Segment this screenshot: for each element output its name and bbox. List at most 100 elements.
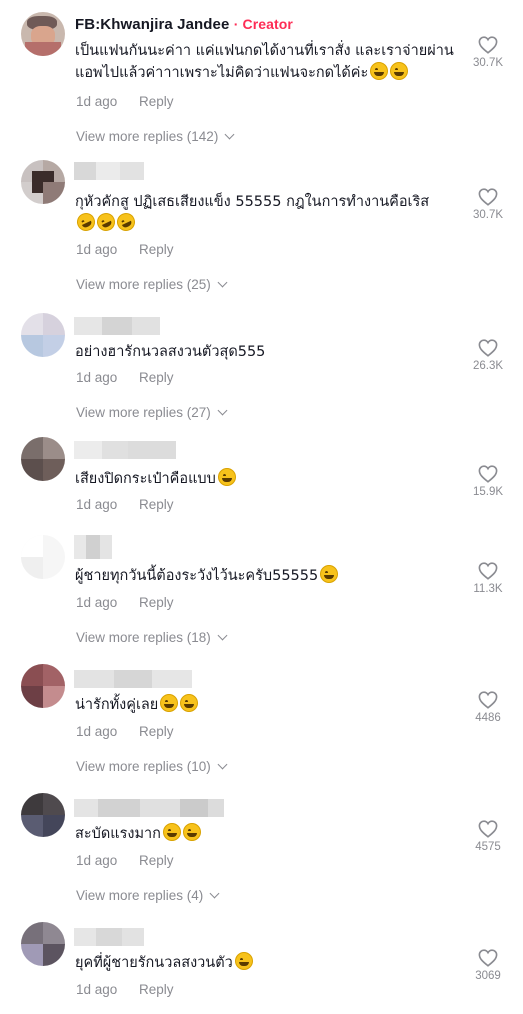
like-button[interactable]: 30.7K xyxy=(468,36,508,69)
comment-username-blurred[interactable] xyxy=(74,670,192,688)
grinning-emoji xyxy=(160,694,179,712)
view-more-replies-button[interactable]: View more replies (10) xyxy=(76,759,228,774)
comment-date: 1d ago xyxy=(76,94,118,109)
avatar[interactable] xyxy=(21,535,65,579)
laughing-emoji xyxy=(182,823,201,841)
grinning-sweat-emoji xyxy=(390,62,409,80)
like-count: 11.3K xyxy=(473,583,503,595)
view-more-replies-button[interactable]: View more replies (25) xyxy=(76,277,228,292)
comment-meta: 1d ago Reply xyxy=(76,497,174,512)
comment-item: เสียงปิดกระเป๋าคือแบบ 1d ago Reply 15.9K xyxy=(0,437,523,522)
comment-meta: 1d ago Reply xyxy=(76,94,174,109)
rofl-emoji xyxy=(94,210,118,234)
heart-outline-icon xyxy=(478,36,498,54)
comment-text: อย่างฮารักนวลสงวนตัวสุด555 xyxy=(75,344,266,360)
laughing-emoji xyxy=(162,823,181,841)
view-more-replies-button[interactable]: View more replies (142) xyxy=(76,129,235,144)
like-count: 15.9K xyxy=(472,486,504,498)
comment-item: อย่างฮารักนวลสงวนตัวสุด555 1d ago Reply V… xyxy=(0,313,523,423)
like-button[interactable]: 4575 xyxy=(468,820,508,853)
view-more-replies-button[interactable]: View more replies (27) xyxy=(76,405,228,420)
like-count: 3069 xyxy=(475,970,501,982)
avatar[interactable] xyxy=(21,793,65,837)
comment-username-blurred[interactable] xyxy=(74,317,160,335)
like-count: 4486 xyxy=(475,712,501,724)
like-button[interactable]: 30.7K xyxy=(468,188,508,221)
heart-outline-icon xyxy=(478,465,498,483)
comment-username-blurred[interactable] xyxy=(74,799,224,817)
comment-date: 1d ago xyxy=(76,853,118,868)
username-text[interactable]: FB:Khwanjira Jandee xyxy=(75,16,229,33)
chevron-down-icon xyxy=(224,129,235,140)
avatar[interactable] xyxy=(21,12,65,56)
comment-item: ยุคที่ผู้ชายรักนวลสงวนตัว 1d ago Reply 30… xyxy=(0,922,523,1007)
avatar[interactable] xyxy=(21,664,65,708)
comment-meta: 1d ago Reply xyxy=(76,724,174,739)
laughing-emoji xyxy=(234,952,253,970)
heart-outline-icon xyxy=(478,188,498,206)
like-button[interactable]: 26.3K xyxy=(468,339,508,372)
reply-button[interactable]: Reply xyxy=(139,370,174,385)
comment-item: น่ารักทั้งคู่เลย 1d ago Reply View more r… xyxy=(0,664,523,779)
like-count: 30.7K xyxy=(472,57,504,69)
comment-text: กุหัวคักสู ปฏิเสธเสียงแข็ง 55555 กฎในการ… xyxy=(74,191,455,235)
comment-username-blurred[interactable] xyxy=(74,441,176,459)
comment-meta: 1d ago Reply xyxy=(76,370,174,385)
chevron-down-icon xyxy=(217,630,228,641)
comment-date: 1d ago xyxy=(76,595,118,610)
comment-text: เป็นแฟนกันนะค่าา แค่แฟนกดได้งานที่เราสั่… xyxy=(75,43,454,81)
like-button[interactable]: 3069 xyxy=(468,949,508,982)
reply-button[interactable]: Reply xyxy=(139,595,174,610)
rofl-emoji xyxy=(114,210,138,234)
laughing-emoji xyxy=(217,468,236,486)
comment-username[interactable]: FB:Khwanjira Jandee · Creator xyxy=(75,16,293,33)
heart-outline-icon xyxy=(478,691,498,709)
comment-date: 1d ago xyxy=(76,724,118,739)
avatar[interactable] xyxy=(21,922,65,966)
view-more-replies-button[interactable]: View more replies (4) xyxy=(76,888,220,903)
reply-button[interactable]: Reply xyxy=(139,242,174,257)
comment-meta: 1d ago Reply xyxy=(76,853,174,868)
comment-item: ผู้ชายทุกวันนี้ต้องระวังไว้นะครับ55555 1… xyxy=(0,535,523,650)
comment-meta: 1d ago Reply xyxy=(76,982,174,997)
comment-text: ผู้ชายทุกวันนี้ต้องระวังไว้นะครับ55555 xyxy=(75,565,455,587)
like-button[interactable]: 15.9K xyxy=(468,465,508,498)
avatar[interactable] xyxy=(21,437,65,481)
comment-username-blurred[interactable] xyxy=(74,535,112,559)
reply-button[interactable]: Reply xyxy=(139,94,174,109)
rofl-emoji xyxy=(74,210,98,234)
avatar[interactable] xyxy=(21,313,65,357)
grinning-emoji xyxy=(180,694,199,712)
reply-button[interactable]: Reply xyxy=(139,724,174,739)
view-more-replies-button[interactable]: View more replies (18) xyxy=(76,630,228,645)
chevron-down-icon xyxy=(217,759,228,770)
comment-date: 1d ago xyxy=(76,497,118,512)
comment-text: ยุคที่ผู้ชายรักนวลสงวนตัว xyxy=(75,952,455,974)
comment-username-blurred[interactable] xyxy=(74,162,144,180)
chevron-down-icon xyxy=(209,888,220,899)
reply-button[interactable]: Reply xyxy=(139,497,174,512)
avatar[interactable] xyxy=(21,160,65,204)
creator-badge: · Creator xyxy=(233,16,293,32)
comment-text: น่ารักทั้งคู่เลย xyxy=(75,694,455,716)
comment-date: 1d ago xyxy=(76,242,118,257)
comment-item: FB:Khwanjira Jandee · Creator เป็นแฟนกัน… xyxy=(0,12,523,147)
reply-button[interactable]: Reply xyxy=(139,982,174,997)
comment-date: 1d ago xyxy=(76,370,118,385)
heart-outline-icon xyxy=(478,949,498,967)
like-button[interactable]: 11.3K xyxy=(468,562,508,595)
reply-button[interactable]: Reply xyxy=(139,853,174,868)
comment-meta: 1d ago Reply xyxy=(76,242,174,257)
like-button[interactable]: 4486 xyxy=(468,691,508,724)
chevron-down-icon xyxy=(217,277,228,288)
laughing-emoji xyxy=(320,565,339,583)
comment-item: สะบัดแรงมาก 1d ago Reply View more replie… xyxy=(0,793,523,908)
comment-text: เสียงปิดกระเป๋าคือแบบ xyxy=(75,468,455,490)
heart-outline-icon xyxy=(478,562,498,580)
like-count: 26.3K xyxy=(472,360,504,372)
like-count: 4575 xyxy=(475,841,501,853)
like-count: 30.7K xyxy=(472,209,504,221)
comment-username-blurred[interactable] xyxy=(74,928,144,946)
comment-meta: 1d ago Reply xyxy=(76,595,174,610)
chevron-down-icon xyxy=(217,405,228,416)
